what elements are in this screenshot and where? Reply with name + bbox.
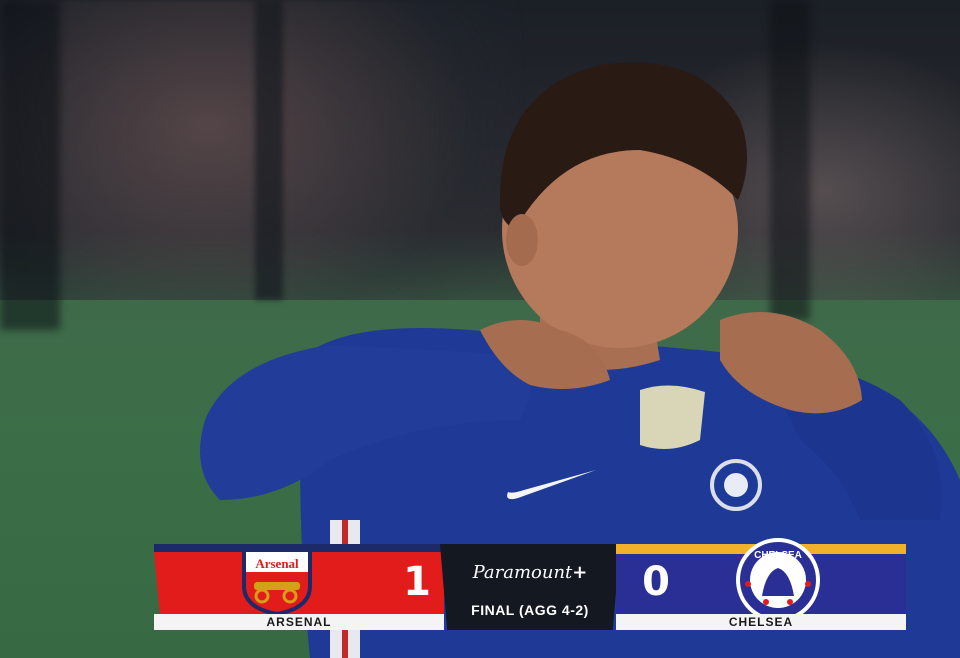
home-team-panel: Arsenal 1 ARSENAL bbox=[154, 544, 444, 630]
video-frame: Arsenal 1 ARSENAL Paramount+ FINAL (AGG … bbox=[0, 0, 960, 658]
chelsea-crest-icon: CHELSEA bbox=[736, 538, 820, 622]
home-score: 1 bbox=[403, 559, 431, 605]
nike-swoosh-icon bbox=[507, 470, 596, 500]
broadcaster-name: Paramount bbox=[472, 562, 573, 583]
away-score: 0 bbox=[642, 559, 670, 605]
chelsea-crest-text: CHELSEA bbox=[754, 550, 802, 561]
broadcaster-plus: + bbox=[572, 562, 588, 583]
scoreboard-center: Paramount+ FINAL (AGG 4-2) bbox=[440, 544, 620, 630]
broadcaster-logo: Paramount+ bbox=[440, 562, 620, 583]
arsenal-crest-icon: Arsenal bbox=[242, 548, 312, 616]
away-team-panel: 0 CHELSEA CHELSEA bbox=[616, 538, 906, 630]
match-status: FINAL (AGG 4-2) bbox=[471, 602, 589, 618]
away-team-name: CHELSEA bbox=[616, 614, 906, 630]
arsenal-crest-text: Arsenal bbox=[255, 556, 299, 571]
home-team-name: ARSENAL bbox=[154, 614, 444, 630]
scoreboard: Arsenal 1 ARSENAL Paramount+ FINAL (AGG … bbox=[154, 538, 906, 630]
